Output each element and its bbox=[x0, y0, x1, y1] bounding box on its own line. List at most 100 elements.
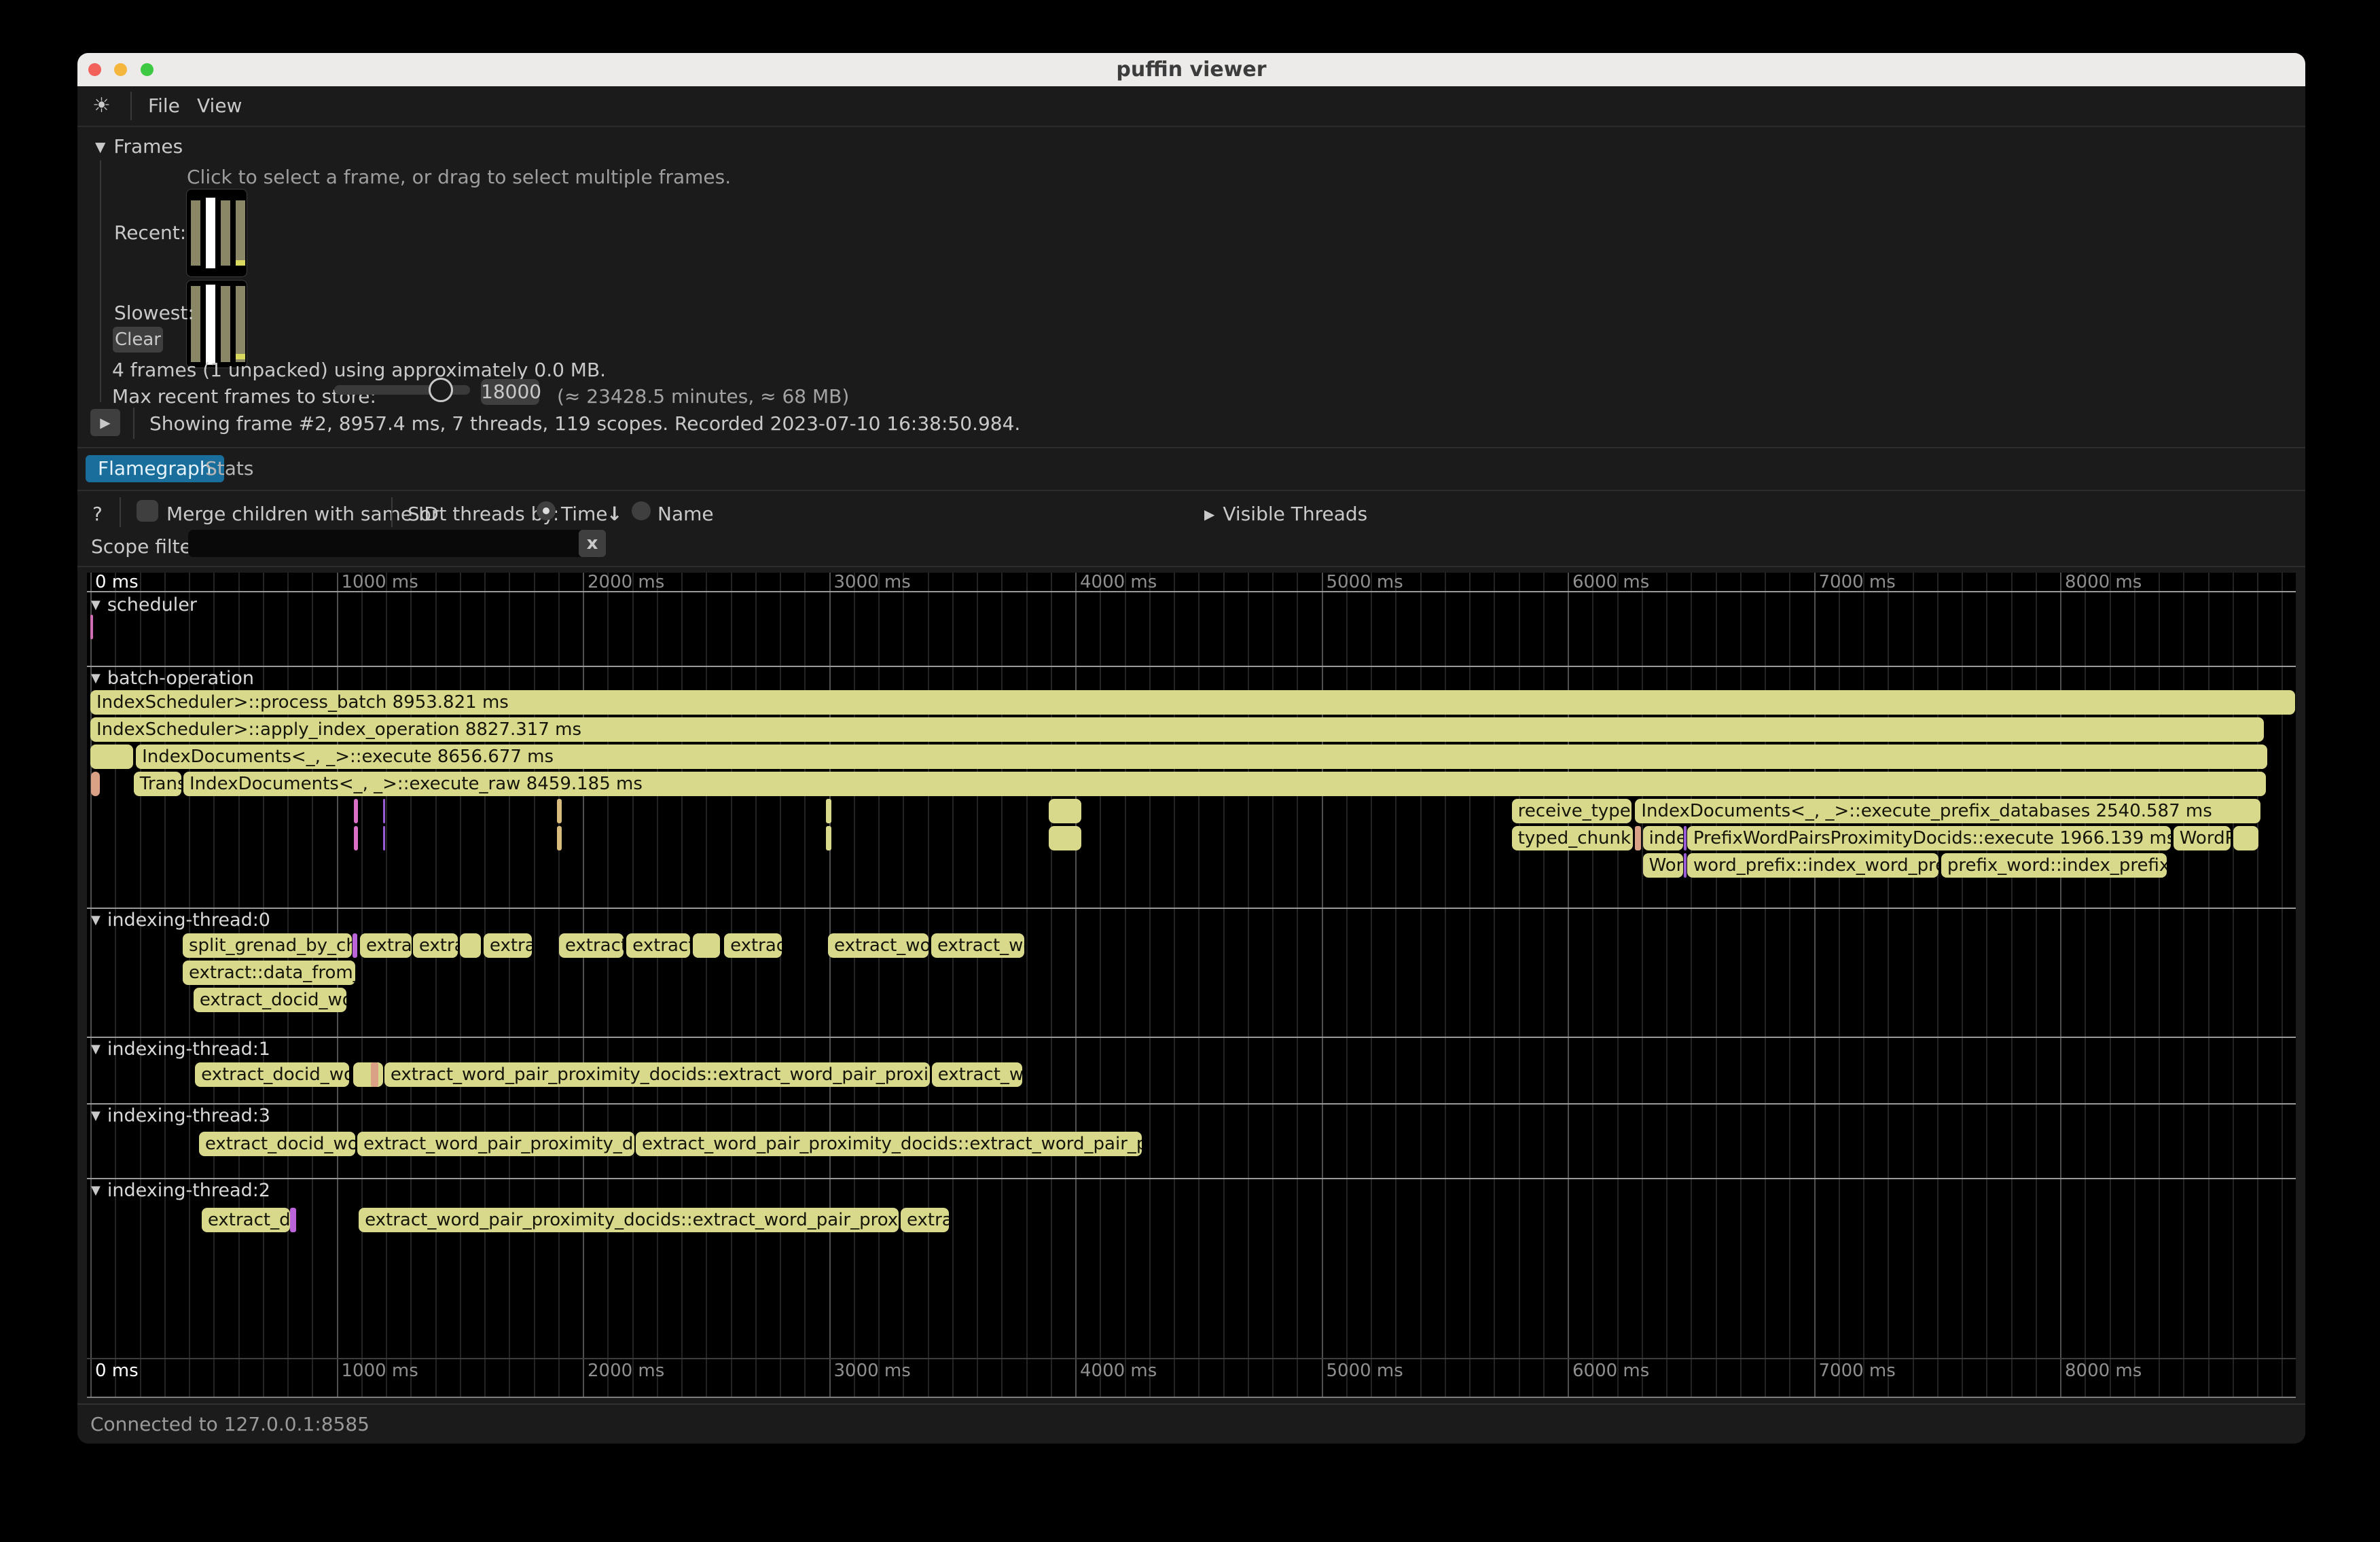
flame-scope-bar[interactable]: IndexDocuments<_, _>::execute_prefix_dat… bbox=[1635, 799, 2260, 823]
flame-scope-bar[interactable] bbox=[557, 799, 562, 823]
flame-scope-bar[interactable]: IndexDocuments<_, _>::execute_raw 8459.1… bbox=[183, 772, 2266, 796]
sort-name-label[interactable]: Name bbox=[657, 503, 714, 525]
frame-bar[interactable] bbox=[236, 286, 245, 362]
flame-scope-bar[interactable] bbox=[371, 1062, 378, 1087]
radio-sort-name[interactable] bbox=[632, 501, 651, 520]
flame-scope-bar[interactable]: extract bbox=[724, 933, 782, 958]
frame-bar[interactable] bbox=[221, 200, 230, 266]
flame-scope-bar[interactable] bbox=[354, 799, 358, 823]
flame-scope-bar[interactable]: extra bbox=[413, 933, 458, 958]
flame-scope-bar[interactable] bbox=[826, 826, 831, 850]
flame-scope-bar[interactable]: extract_word_pair_proximity_docids::extr… bbox=[359, 1208, 899, 1232]
thread-header[interactable]: ▼indexing-thread:3 bbox=[91, 1106, 270, 1126]
slider-knob[interactable] bbox=[429, 378, 453, 402]
merge-children-label[interactable]: Merge children with same ID bbox=[166, 503, 439, 525]
help-button[interactable]: ? bbox=[92, 503, 103, 525]
flame-scope-bar[interactable] bbox=[1684, 826, 1687, 850]
flame-scope-bar[interactable] bbox=[1049, 826, 1081, 850]
flame-scope-bar[interactable]: extrac bbox=[484, 933, 532, 958]
flame-scope-bar[interactable] bbox=[1635, 826, 1642, 850]
collapse-triangle-icon: ▼ bbox=[95, 139, 105, 155]
flame-scope-bar[interactable]: extract_word bbox=[828, 933, 928, 958]
flame-scope-bar[interactable]: extract_word_pair_proximity_docids bbox=[357, 1132, 634, 1156]
menu-bar: ☀ File View bbox=[77, 86, 2305, 127]
flame-scope-bar[interactable]: receive_typed_ bbox=[1512, 799, 1631, 823]
max-frames-value[interactable]: 18000 bbox=[481, 379, 539, 405]
title-bar[interactable]: puffin viewer bbox=[77, 53, 2305, 86]
frame-bar[interactable] bbox=[236, 200, 245, 266]
flame-scope-bar[interactable]: extract_docid_word bbox=[195, 1062, 349, 1087]
frames-section-header[interactable]: ▼Frames bbox=[95, 135, 183, 158]
frame-bar[interactable] bbox=[191, 286, 200, 362]
flame-scope-bar[interactable]: IndexScheduler>::process_batch 8953.821 … bbox=[90, 690, 2295, 715]
thread-header[interactable]: ▼scheduler bbox=[91, 595, 197, 615]
clear-button[interactable]: Clear bbox=[113, 327, 163, 353]
flame-scope-bar[interactable] bbox=[353, 933, 357, 958]
flame-scope-bar[interactable] bbox=[826, 799, 831, 823]
flame-scope-bar[interactable]: extract_ bbox=[559, 933, 624, 958]
frame-bar-selected[interactable] bbox=[206, 285, 215, 365]
flame-scope-bar[interactable]: Trans bbox=[134, 772, 181, 796]
thread-header[interactable]: ▼indexing-thread:1 bbox=[91, 1039, 270, 1060]
tab-stats[interactable]: Stats bbox=[197, 455, 262, 482]
flame-scope-bar[interactable]: WordPr bbox=[2174, 826, 2231, 850]
flame-scope-bar[interactable] bbox=[1049, 799, 1081, 823]
thread-header[interactable]: ▼indexing-thread:2 bbox=[91, 1181, 270, 1201]
flame-scope-bar[interactable]: extract_wo bbox=[932, 1062, 1022, 1087]
flame-scope-bar[interactable]: extract_doc bbox=[202, 1208, 290, 1232]
recent-frames-thumbnail[interactable] bbox=[186, 189, 247, 277]
axis-tick-label: 5000 ms bbox=[1327, 573, 1403, 591]
flame-scope-bar[interactable]: IndexDocuments<_, _>::execute 8656.677 m… bbox=[136, 745, 2267, 769]
frame-bar[interactable] bbox=[221, 286, 230, 362]
flame-scope-bar[interactable]: extract_ bbox=[626, 933, 690, 958]
flame-scope-bar[interactable]: extract_docid_word bbox=[194, 988, 346, 1012]
frame-bar-selected[interactable] bbox=[206, 198, 215, 268]
flame-scope-bar[interactable] bbox=[290, 1208, 296, 1232]
flame-scope-bar[interactable]: extract_docid_word bbox=[199, 1132, 355, 1156]
flamegraph-canvas[interactable]: 0 ms0 ms1000 ms1000 ms2000 ms2000 ms3000… bbox=[87, 573, 2296, 1398]
theme-toggle-sun-icon[interactable]: ☀ bbox=[92, 86, 111, 126]
menu-file[interactable]: File bbox=[148, 86, 180, 126]
flame-scope-bar[interactable] bbox=[1684, 853, 1687, 878]
flame-scope-bar[interactable]: extract_word_pair_proximity_docids::extr… bbox=[384, 1062, 930, 1087]
flame-scope-bar[interactable]: word_prefix::index_word_prefix_ bbox=[1687, 853, 1939, 878]
thread-header[interactable]: ▼indexing-thread:0 bbox=[91, 910, 270, 931]
flame-scope-bar[interactable]: extrac bbox=[901, 1208, 949, 1232]
clear-filter-button[interactable]: x bbox=[579, 530, 606, 557]
collapse-triangle-icon: ▼ bbox=[91, 598, 101, 612]
flame-scope-bar[interactable] bbox=[90, 615, 93, 639]
flame-scope-bar[interactable] bbox=[460, 933, 481, 958]
flame-scope-bar[interactable] bbox=[2233, 826, 2258, 850]
flame-scope-bar[interactable] bbox=[557, 826, 562, 850]
flame-scope-bar[interactable] bbox=[353, 1062, 383, 1087]
radio-sort-time[interactable] bbox=[537, 501, 556, 520]
visible-threads-header[interactable]: ▶Visible Threads bbox=[1204, 503, 1367, 525]
slowest-frames-thumbnail[interactable] bbox=[186, 280, 247, 368]
flame-scope-bar[interactable]: PrefixWordPairsProximityDocids::execute … bbox=[1687, 826, 2171, 850]
flame-scope-bar[interactable] bbox=[383, 826, 385, 850]
play-button[interactable]: ▶ bbox=[90, 409, 120, 436]
menu-view[interactable]: View bbox=[197, 86, 242, 126]
desktop: puffin viewer ☀ File View ▼Frames Click … bbox=[0, 0, 2380, 1542]
flame-scope-bar[interactable]: IndexScheduler>::apply_index_operation 8… bbox=[90, 717, 2264, 742]
merge-children-checkbox[interactable] bbox=[137, 500, 158, 522]
flame-scope-bar[interactable]: Word bbox=[1643, 853, 1683, 878]
flame-scope-bar[interactable] bbox=[91, 772, 100, 796]
sort-direction-arrow-icon[interactable]: ↓ bbox=[607, 503, 622, 525]
flame-scope-bar[interactable]: extract::data_from_ob bbox=[183, 961, 355, 985]
flame-scope-bar[interactable]: extract_word_pair_proximity_docids::extr… bbox=[636, 1132, 1142, 1156]
frame-bar[interactable] bbox=[191, 200, 200, 266]
flame-scope-bar[interactable]: extract_wo bbox=[931, 933, 1024, 958]
flame-scope-bar[interactable] bbox=[693, 933, 720, 958]
flame-scope-bar[interactable] bbox=[383, 799, 385, 823]
flame-scope-bar[interactable] bbox=[354, 826, 358, 850]
flame-scope-bar[interactable]: split_grenad_by_chun bbox=[183, 933, 352, 958]
flame-scope-bar[interactable]: prefix_word::index_prefix_wo bbox=[1941, 853, 2167, 878]
flame-scope-bar[interactable]: index bbox=[1643, 826, 1683, 850]
scope-filter-input[interactable] bbox=[188, 530, 585, 557]
flame-scope-bar[interactable]: typed_chunk::w bbox=[1512, 826, 1633, 850]
sort-time-label[interactable]: Time bbox=[561, 503, 608, 525]
flame-scope-bar[interactable] bbox=[90, 745, 133, 769]
thread-header[interactable]: ▼batch-operation bbox=[91, 668, 254, 689]
flame-scope-bar[interactable]: extract bbox=[360, 933, 412, 958]
